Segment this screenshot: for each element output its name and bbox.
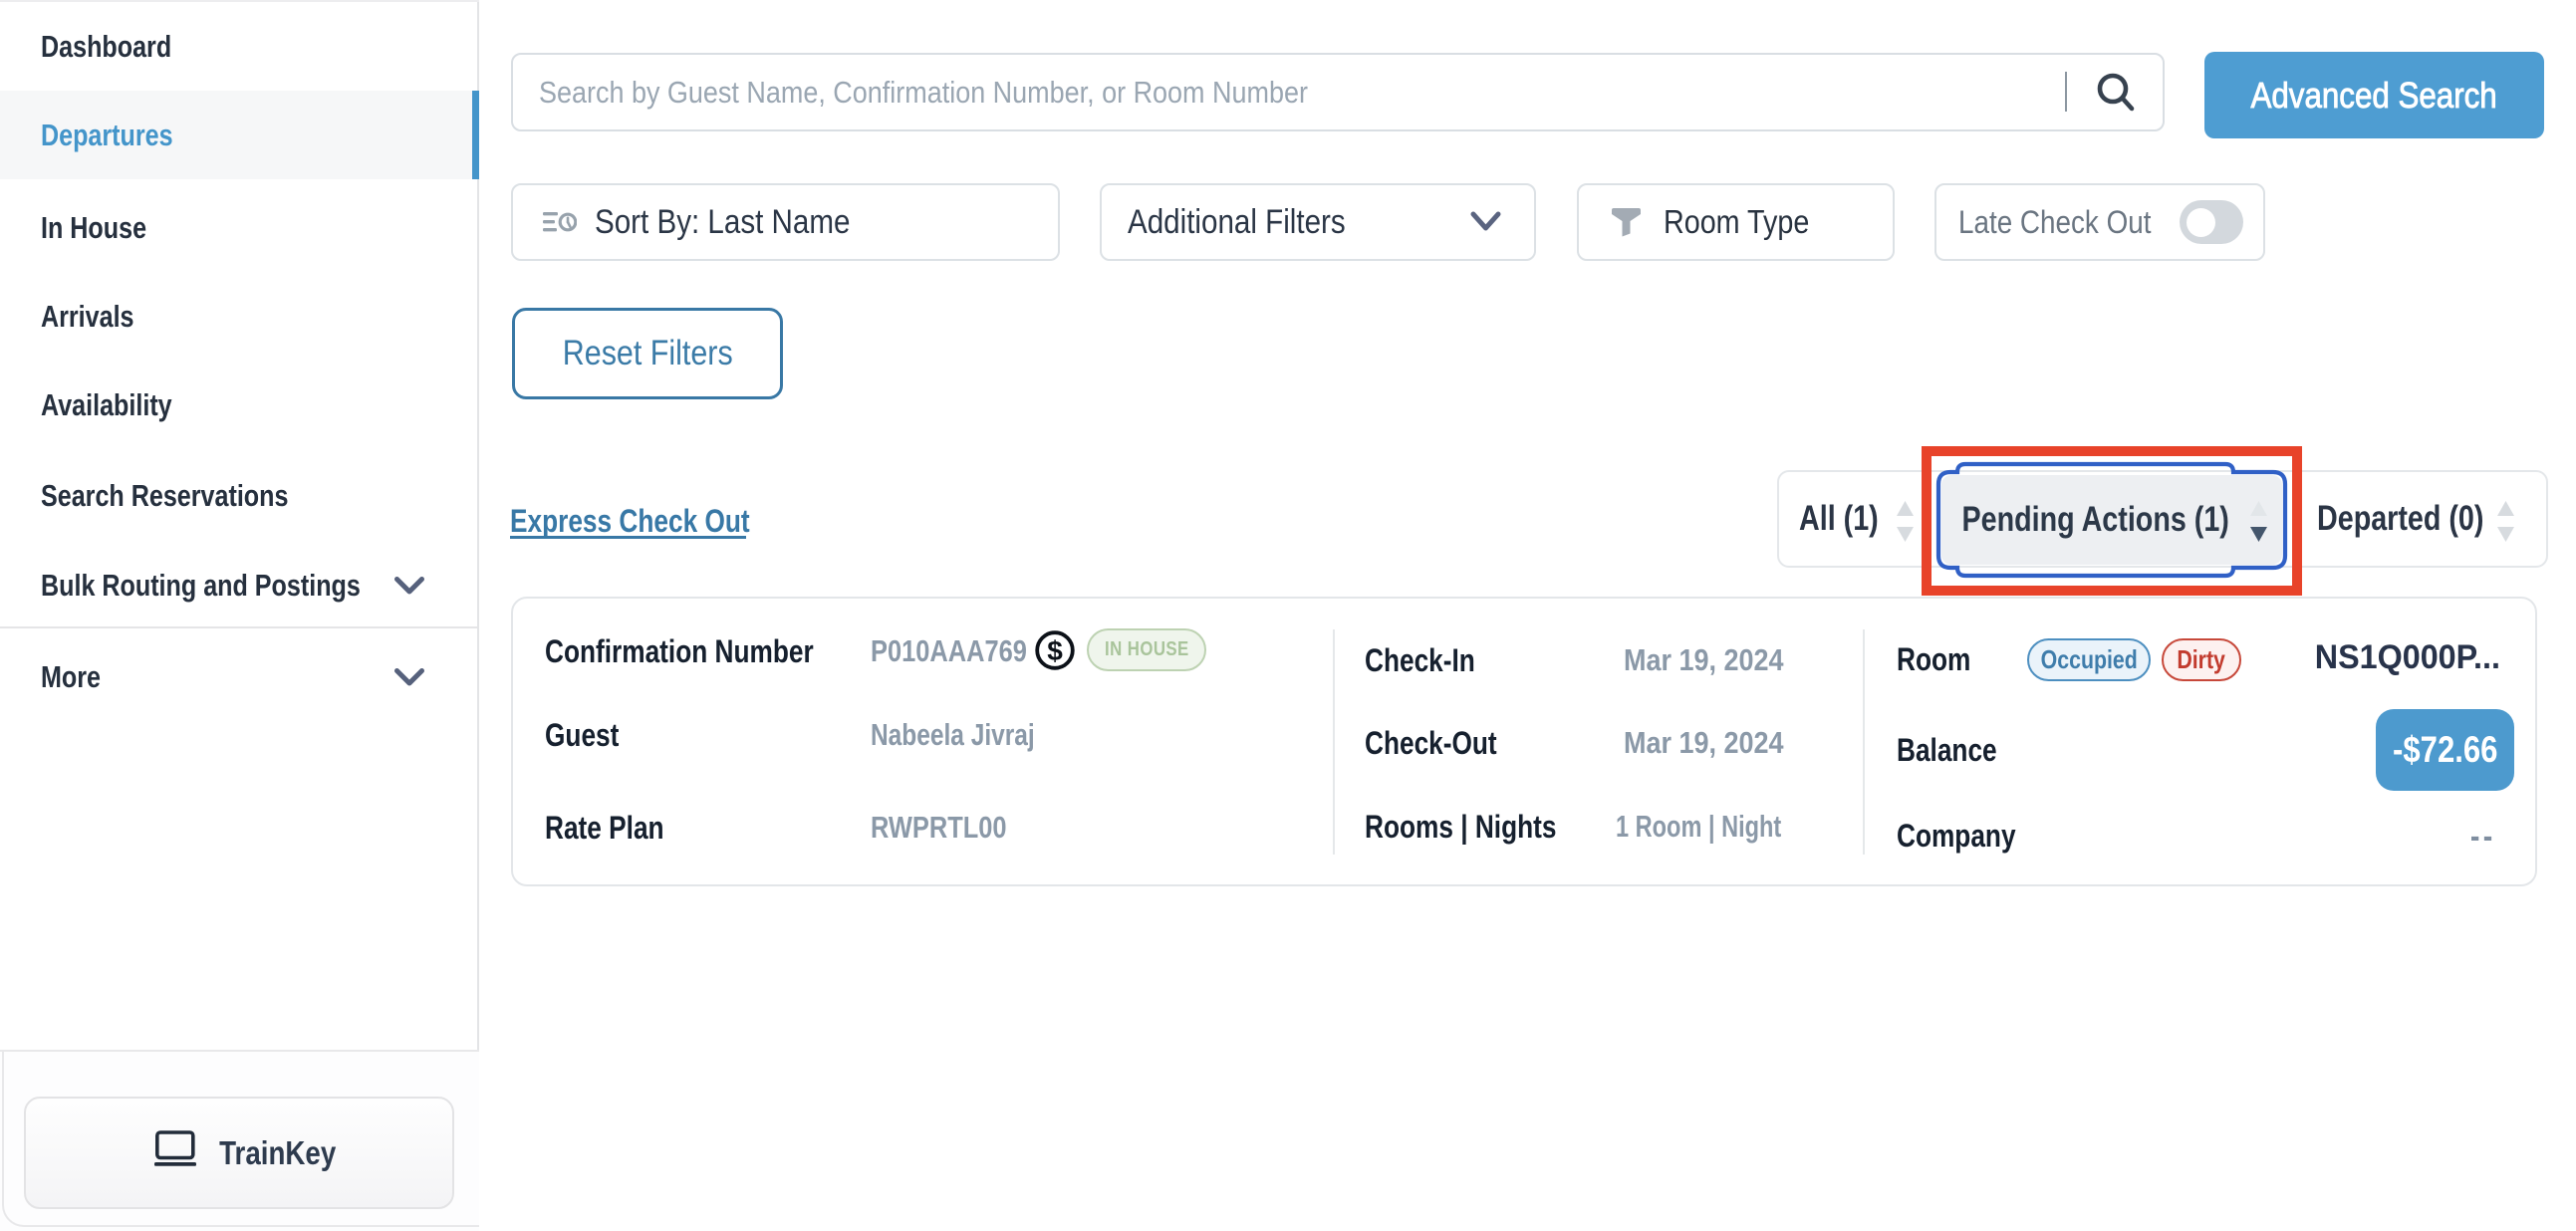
svg-text:$: $	[1047, 635, 1063, 666]
